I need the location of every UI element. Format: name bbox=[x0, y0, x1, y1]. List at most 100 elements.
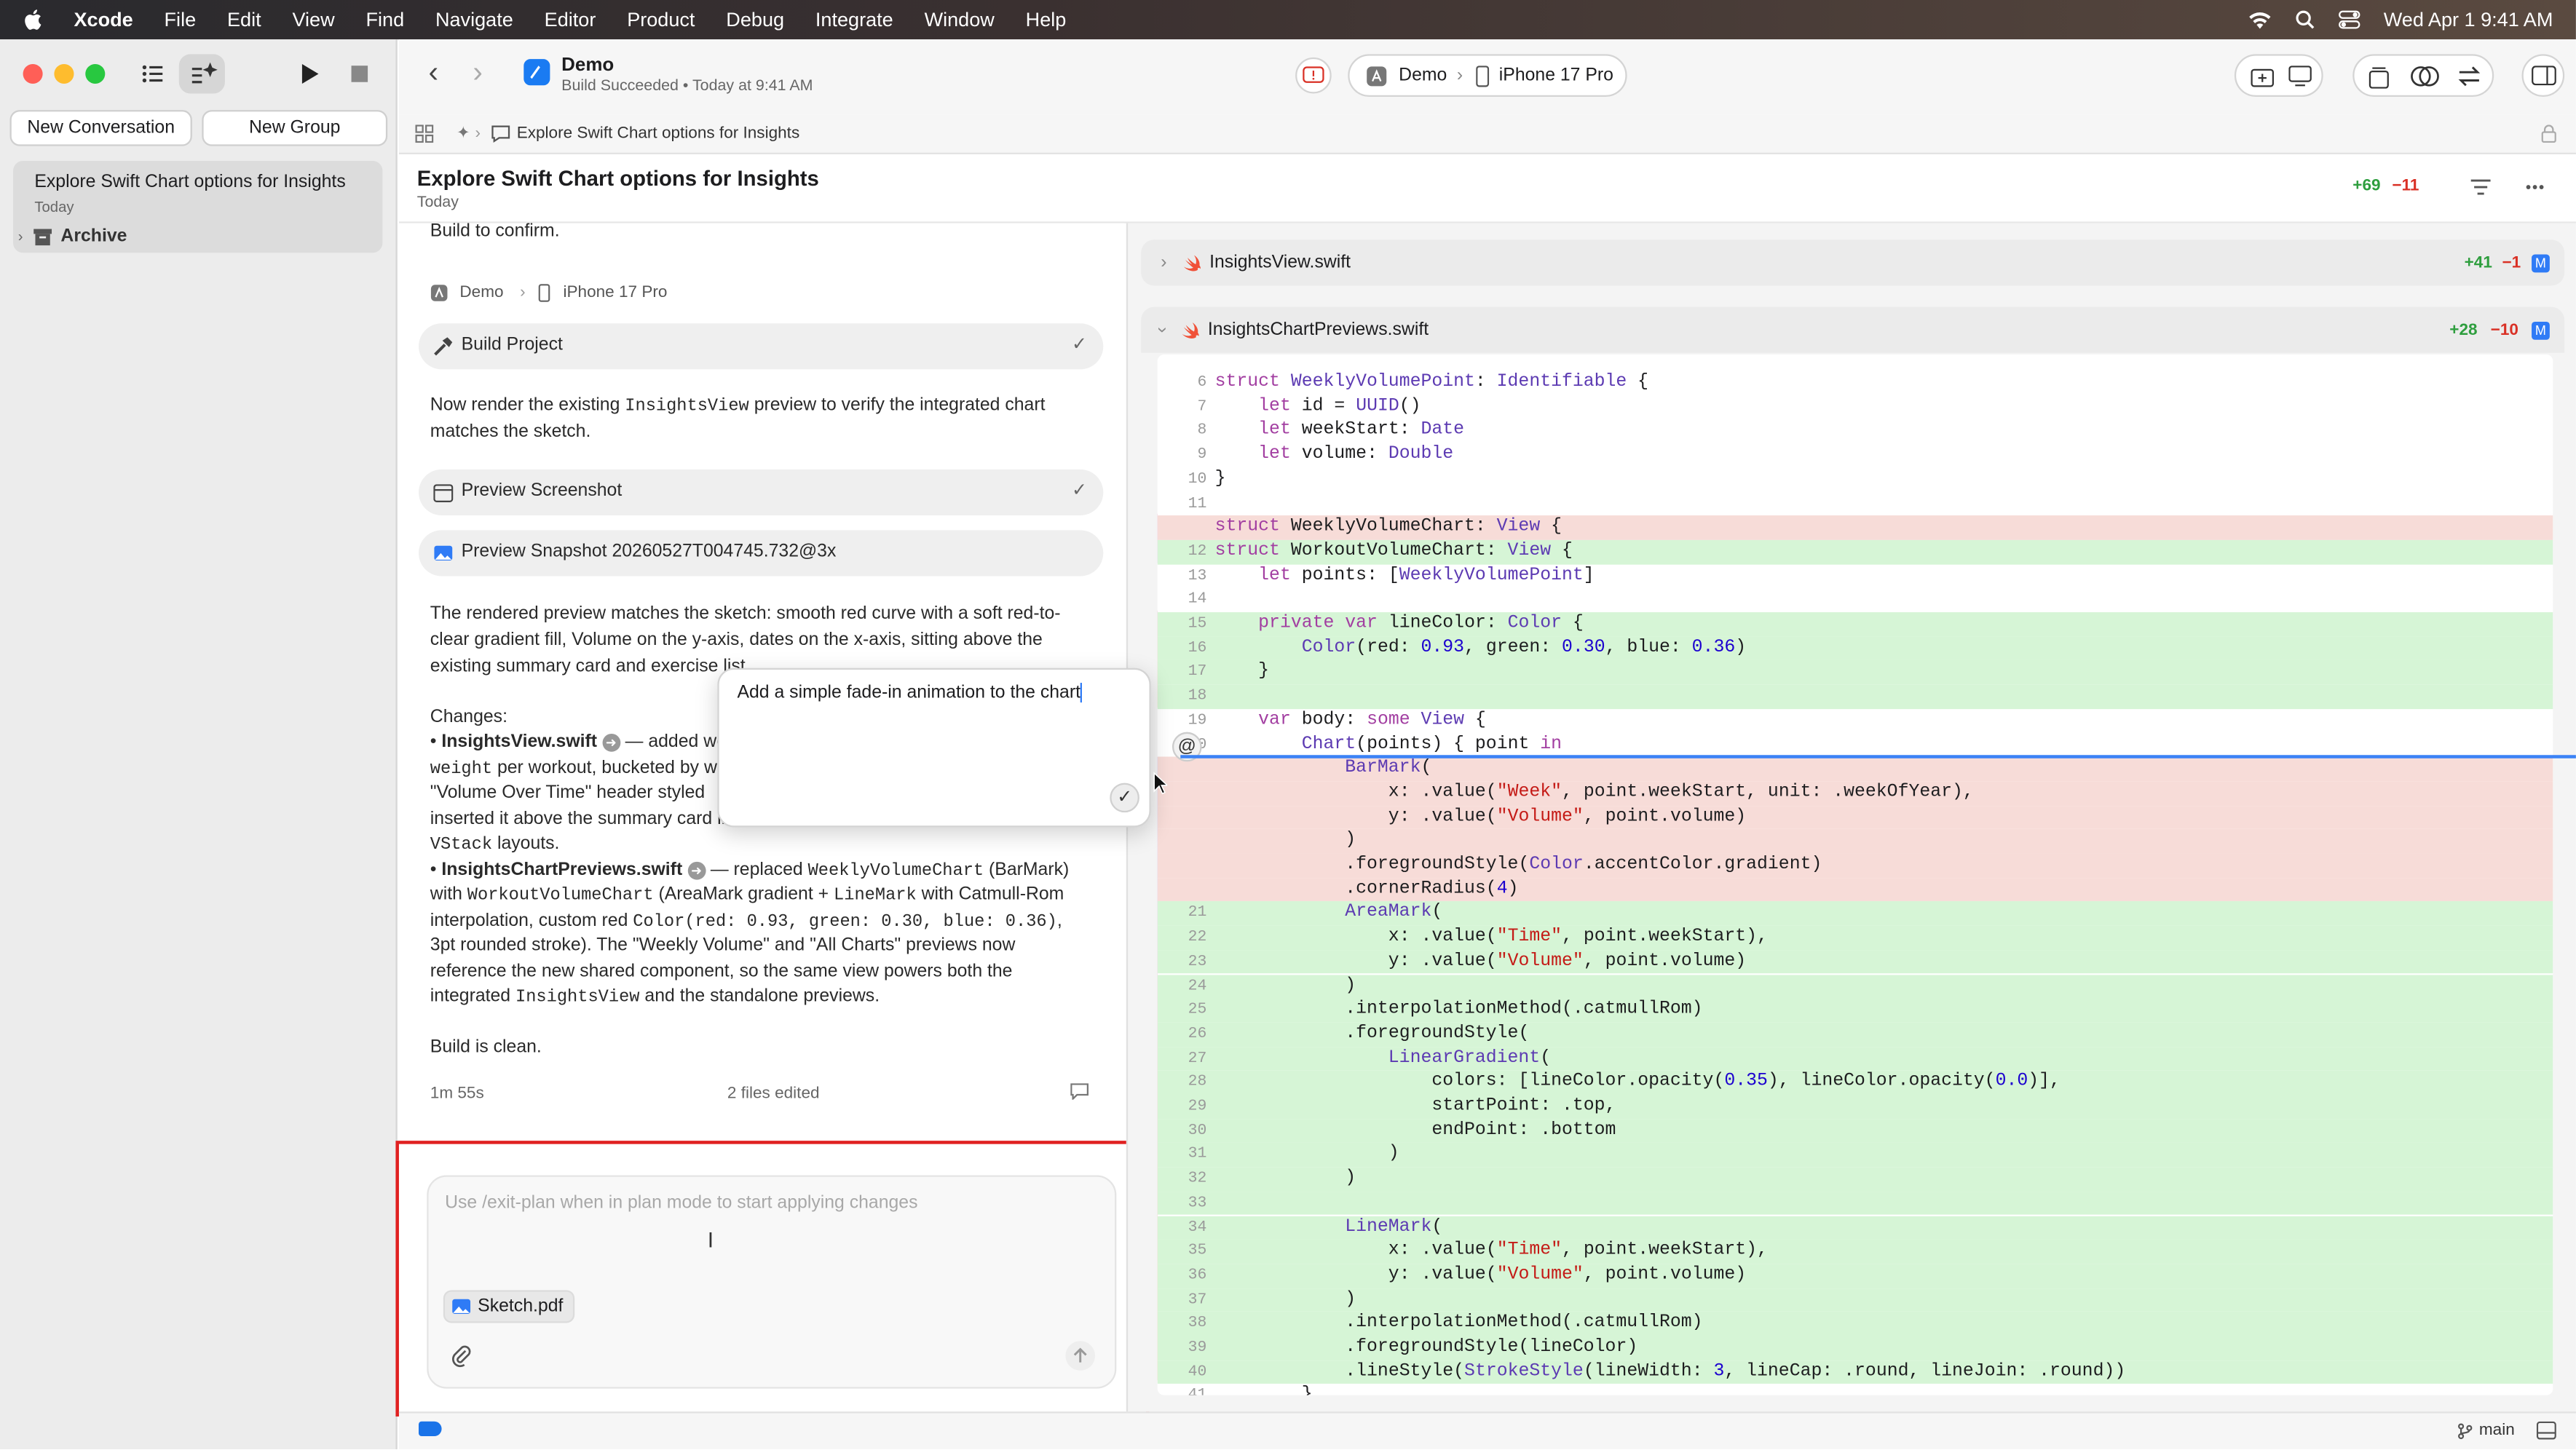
jump-bar-conversation[interactable]: Explore Swift Chart options for Insights bbox=[517, 124, 800, 143]
code-line[interactable]: struct WeeklyVolumeChart: View { bbox=[1157, 515, 2553, 540]
canvas-icon[interactable] bbox=[2288, 66, 2312, 87]
code-line[interactable]: BarMark( bbox=[1157, 756, 2553, 782]
code-line[interactable]: 19 var body: some View { bbox=[1158, 709, 2553, 733]
code-line[interactable]: 17 } bbox=[1157, 660, 2553, 685]
send-button[interactable] bbox=[1065, 1341, 1096, 1371]
close-window-button[interactable] bbox=[23, 63, 43, 84]
filter-icon[interactable] bbox=[2470, 179, 2491, 196]
code-line[interactable]: 36 y: .value("Volume", point.volume) bbox=[1157, 1264, 2553, 1288]
code-line[interactable]: 41 } bbox=[1158, 1384, 2553, 1395]
minimize-window-button[interactable] bbox=[54, 63, 74, 84]
code-line[interactable]: 33 bbox=[1157, 1191, 2553, 1216]
code-line[interactable]: 23 y: .value("Volume", point.volume) bbox=[1157, 950, 2553, 975]
code-line[interactable]: 8 let weekStart: Date bbox=[1158, 419, 2553, 443]
wifi-icon[interactable] bbox=[2248, 11, 2272, 29]
menu-editor[interactable]: Editor bbox=[545, 8, 596, 31]
code-line[interactable]: 39 .foregroundStyle(lineColor) bbox=[1157, 1336, 2553, 1360]
code-line[interactable]: 32 ) bbox=[1157, 1167, 2553, 1192]
code-line[interactable]: 40 .lineStyle(StrokeStyle(lineWidth: 3, … bbox=[1157, 1360, 2553, 1384]
more-options-icon[interactable] bbox=[2525, 184, 2545, 191]
scheme-name[interactable]: Demo bbox=[1399, 66, 1447, 85]
paperclip-icon[interactable] bbox=[451, 1344, 471, 1368]
code-line[interactable]: 10} bbox=[1158, 467, 2553, 491]
menu-view[interactable]: View bbox=[292, 8, 334, 31]
inspector-toggle-button[interactable] bbox=[2521, 54, 2565, 98]
device-name[interactable]: iPhone 17 Pro bbox=[1499, 66, 1613, 85]
apple-icon[interactable] bbox=[23, 8, 43, 31]
code-line[interactable]: 9 let volume: Double bbox=[1158, 443, 2553, 467]
chevron-right-icon[interactable]: › bbox=[18, 228, 23, 245]
zoom-window-button[interactable] bbox=[85, 63, 106, 84]
code-line[interactable]: 34 LineMark( bbox=[1157, 1215, 2553, 1240]
code-line[interactable]: ) bbox=[1157, 829, 2553, 854]
arrow-circle-icon[interactable]: ➜ bbox=[601, 733, 620, 751]
code-line[interactable]: 37 ) bbox=[1157, 1288, 2553, 1312]
control-center-icon[interactable] bbox=[2338, 10, 2361, 30]
stack-icon[interactable] bbox=[2368, 66, 2391, 89]
code-line[interactable]: .foregroundStyle(Color.accentColor.gradi… bbox=[1157, 853, 2553, 878]
add-editor-icon[interactable] bbox=[2251, 66, 2275, 87]
code-line[interactable]: 22 x: .value("Time", point.weekStart), bbox=[1157, 925, 2553, 951]
code-line[interactable]: x: .value("Week", point.weekStart, unit:… bbox=[1157, 781, 2553, 806]
code-line[interactable]: 12 struct WorkoutVolumeChart: View { bbox=[1157, 539, 2553, 564]
code-line[interactable]: 26 .foregroundStyle( bbox=[1157, 1022, 2553, 1047]
stop-button[interactable] bbox=[340, 54, 379, 93]
code-line[interactable]: 15 private var lineColor: Color { bbox=[1157, 612, 2553, 637]
code-line[interactable]: 24 ) bbox=[1157, 974, 2553, 999]
coding-assistant-button[interactable] bbox=[178, 54, 225, 94]
forward-button[interactable]: › bbox=[459, 56, 496, 92]
preview-screenshot-tool-call[interactable]: Preview Screenshot ✓ bbox=[418, 469, 1104, 516]
code-line[interactable]: 31 ) bbox=[1157, 1143, 2553, 1168]
menu-edit[interactable]: Edit bbox=[227, 8, 261, 31]
menu-debug[interactable]: Debug bbox=[726, 8, 784, 31]
code-line[interactable]: 29 startPoint: .top, bbox=[1157, 1095, 2553, 1120]
code-line[interactable]: 6 struct WeeklyVolumePoint: Identifiable … bbox=[1158, 371, 2553, 395]
menu-help[interactable]: Help bbox=[1026, 8, 1067, 31]
issues-button[interactable] bbox=[1295, 57, 1332, 94]
attachment-chip[interactable]: Sketch.pdf bbox=[443, 1290, 575, 1323]
code-line[interactable]: 28 colors: [lineColor.opacity(0.35), lin… bbox=[1157, 1070, 2553, 1095]
back-button[interactable]: ‹ bbox=[415, 56, 451, 92]
overlap-circles-icon[interactable] bbox=[2410, 64, 2440, 89]
code-line[interactable]: 14 bbox=[1158, 588, 2553, 612]
navigator-toggle-button[interactable] bbox=[131, 54, 174, 93]
code-line[interactable]: 21 AreaMark( bbox=[1157, 901, 2553, 926]
menu-find[interactable]: Find bbox=[366, 8, 404, 31]
new-group-button[interactable]: New Group bbox=[202, 110, 388, 146]
code-line[interactable]: 25 .interpolationMethod(.catmullRom) bbox=[1157, 998, 2553, 1023]
code-line[interactable]: 16 Color(red: 0.93, green: 0.30, blue: 0… bbox=[1157, 636, 2553, 661]
arrows-swap-icon[interactable] bbox=[2456, 64, 2482, 89]
message-composer[interactable]: Use /exit-plan when in plan mode to star… bbox=[427, 1175, 1117, 1389]
branch-indicator[interactable]: main bbox=[2458, 1422, 2515, 1440]
feedback-icon[interactable] bbox=[1070, 1083, 1089, 1100]
tag-icon[interactable] bbox=[418, 1421, 442, 1437]
inline-prompt-popover[interactable]: Add a simple fade-in animation to the ch… bbox=[717, 667, 1151, 828]
menubar-clock[interactable]: Wed Apr 1 9:41 AM bbox=[2384, 8, 2553, 31]
new-conversation-button[interactable]: New Conversation bbox=[9, 110, 192, 146]
menu-navigate[interactable]: Navigate bbox=[435, 8, 513, 31]
preview-snapshot-attachment[interactable]: Preview Snapshot 20260527T004745.732@3x bbox=[418, 530, 1104, 577]
archive-group[interactable]: › Archive bbox=[13, 223, 382, 250]
code-line[interactable]: 27 LinearGradient( bbox=[1157, 1046, 2553, 1071]
scheme-destination-selector[interactable]: Demo › iPhone 17 Pro bbox=[1348, 54, 1627, 98]
chevron-right-icon[interactable]: › bbox=[1161, 253, 1166, 272]
arrow-circle-icon[interactable]: ➜ bbox=[687, 860, 706, 879]
code-line[interactable]: 13 let points: [WeeklyVolumePoint] bbox=[1158, 564, 2553, 588]
code-line[interactable]: 11 bbox=[1158, 491, 2553, 515]
file-link[interactable]: InsightsChartPreviews.swift bbox=[441, 860, 682, 880]
menu-window[interactable]: Window bbox=[925, 8, 995, 31]
code-line[interactable]: 18 bbox=[1157, 684, 2553, 709]
menu-integrate[interactable]: Integrate bbox=[815, 8, 893, 31]
menu-file[interactable]: File bbox=[165, 8, 197, 31]
file-header-insightschartpreviews[interactable]: › InsightsChartPreviews.swift +28 −10 M bbox=[1141, 306, 2565, 353]
grid-icon[interactable] bbox=[415, 124, 434, 143]
panel-toggle-icon[interactable] bbox=[2536, 1421, 2556, 1440]
code-line[interactable]: 35 x: .value("Time", point.weekStart), bbox=[1157, 1239, 2553, 1264]
confirm-button[interactable]: ✓ bbox=[1110, 783, 1139, 813]
code-line[interactable]: 7 let id = UUID() bbox=[1158, 395, 2553, 419]
inline-prompt-input[interactable]: Add a simple fade-in animation to the ch… bbox=[737, 683, 1083, 703]
spotlight-search-icon[interactable] bbox=[2295, 10, 2315, 30]
code-line[interactable]: 38 .interpolationMethod(.catmullRom) bbox=[1157, 1312, 2553, 1336]
build-project-tool-call[interactable]: Build Project ✓ bbox=[418, 323, 1104, 370]
menu-app-name[interactable]: Xcode bbox=[74, 8, 133, 31]
